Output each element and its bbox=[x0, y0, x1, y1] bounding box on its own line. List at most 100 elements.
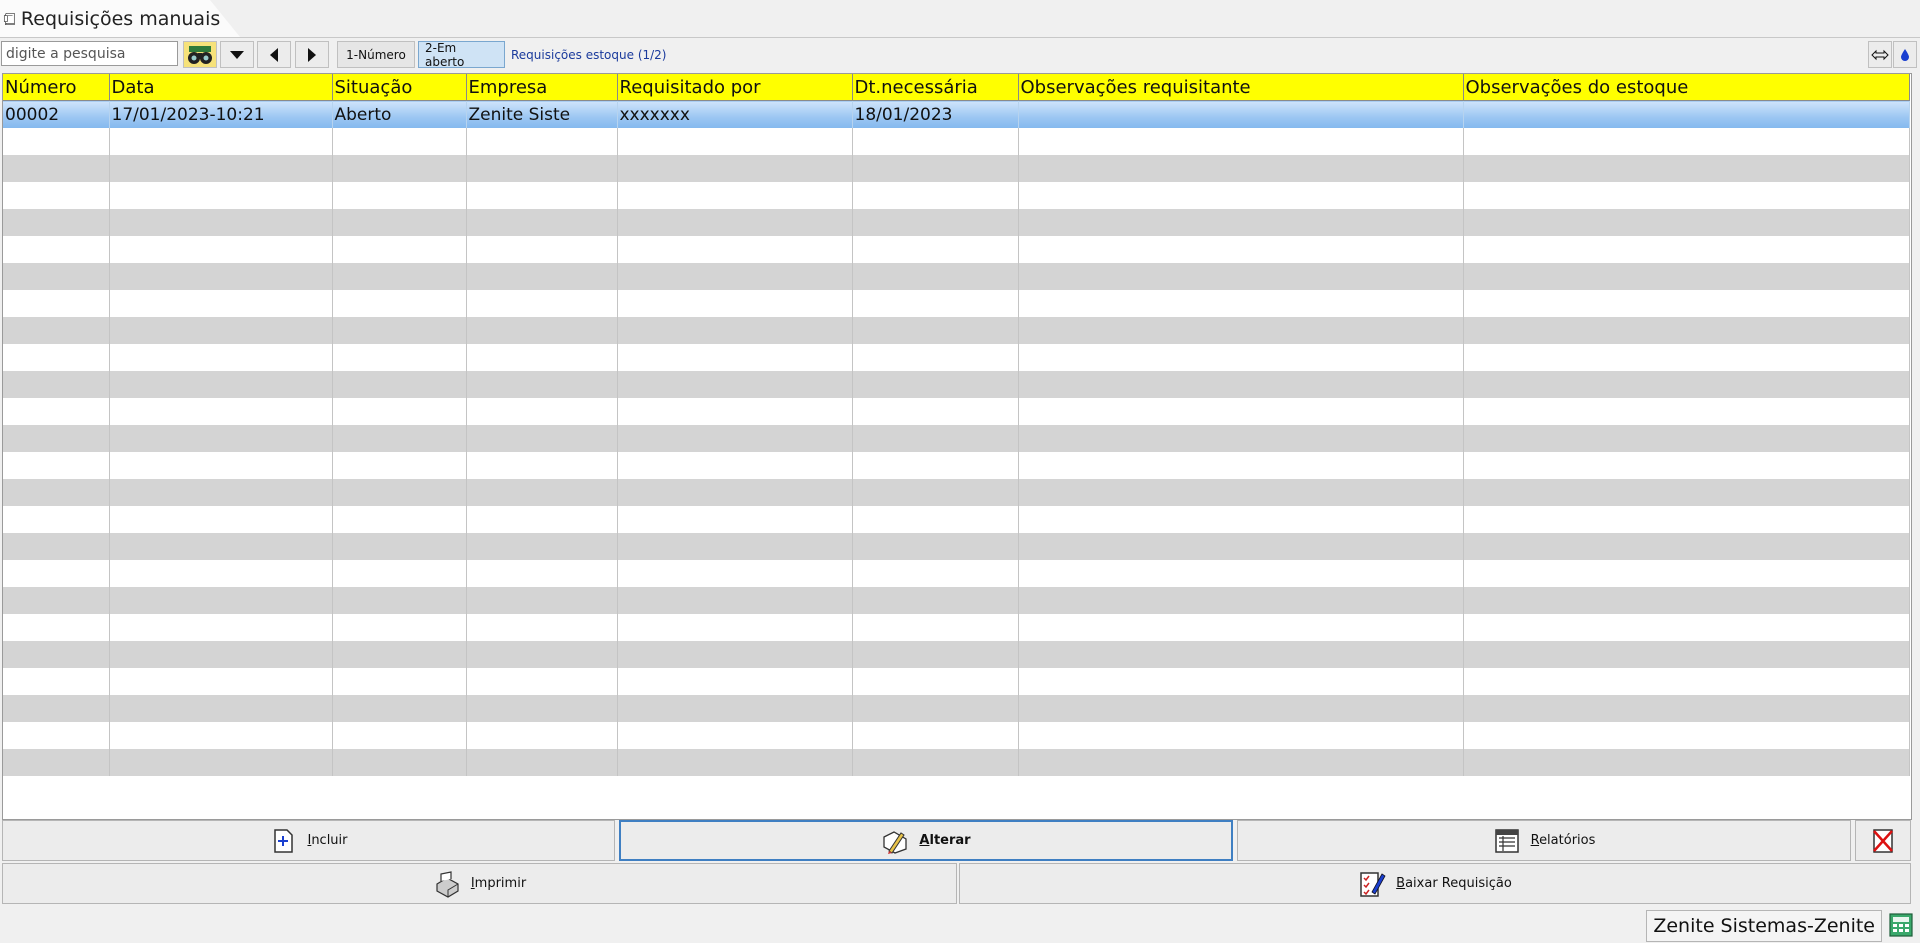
baixar-label: Baixar Requisição bbox=[1396, 876, 1512, 891]
table-cell bbox=[1463, 182, 1910, 209]
filter-em-aberto[interactable]: 2-Em aberto bbox=[418, 41, 505, 69]
table-row[interactable] bbox=[3, 641, 1910, 668]
table-row[interactable] bbox=[3, 209, 1910, 236]
table-cell bbox=[109, 452, 333, 479]
close-icon[interactable]: × bbox=[228, 11, 240, 27]
table-cell bbox=[109, 695, 333, 722]
table-cell bbox=[1463, 614, 1910, 641]
table-cell bbox=[332, 668, 467, 695]
search-button[interactable] bbox=[183, 41, 217, 68]
imprimir-button[interactable]: Imprimir bbox=[2, 863, 957, 904]
table-row[interactable] bbox=[3, 263, 1910, 290]
table-cell bbox=[617, 182, 853, 209]
table-row[interactable] bbox=[3, 533, 1910, 560]
table-row[interactable] bbox=[3, 749, 1910, 776]
table-row[interactable] bbox=[3, 452, 1910, 479]
column-header[interactable]: Observações requisitante bbox=[1018, 74, 1464, 101]
table-row[interactable] bbox=[3, 182, 1910, 209]
resize-button[interactable] bbox=[1868, 41, 1892, 68]
alterar-button[interactable]: Alterar bbox=[619, 820, 1233, 861]
relatorios-button[interactable]: Relatórios bbox=[1237, 820, 1851, 861]
incluir-label: Incluir bbox=[307, 833, 348, 848]
book-icon bbox=[3, 12, 15, 25]
tab-requisicoes[interactable]: Requisições manuais × bbox=[0, 0, 240, 37]
table-cell bbox=[617, 236, 853, 263]
data-grid[interactable]: Número Data Situação Empresa Requisitado… bbox=[2, 73, 1912, 820]
table-cell bbox=[109, 560, 333, 587]
table-row[interactable] bbox=[3, 425, 1910, 452]
table-row[interactable] bbox=[3, 614, 1910, 641]
tab-title: Requisições manuais bbox=[20, 7, 221, 30]
table-cell bbox=[109, 371, 333, 398]
table-cell bbox=[109, 425, 333, 452]
table-cell bbox=[617, 695, 853, 722]
column-header[interactable]: Empresa bbox=[466, 74, 618, 101]
search-input[interactable] bbox=[1, 41, 178, 66]
table-cell bbox=[852, 641, 1019, 668]
table-cell bbox=[109, 587, 333, 614]
table-row[interactable] bbox=[3, 506, 1910, 533]
column-header[interactable]: Dt.necessária bbox=[852, 74, 1019, 101]
table-cell bbox=[3, 317, 110, 344]
table-cell bbox=[466, 479, 618, 506]
cell-situacao: Aberto bbox=[332, 100, 467, 128]
table-row[interactable] bbox=[3, 155, 1910, 182]
table-row[interactable] bbox=[3, 344, 1910, 371]
filter-numero[interactable]: 1-Número bbox=[337, 41, 415, 68]
calculator-icon[interactable] bbox=[1888, 912, 1914, 938]
prev-button[interactable] bbox=[257, 41, 291, 68]
table-cell bbox=[466, 317, 618, 344]
table-row[interactable] bbox=[3, 128, 1910, 155]
color-button[interactable] bbox=[1893, 41, 1917, 68]
column-header[interactable]: Data bbox=[109, 74, 333, 101]
table-cell bbox=[852, 344, 1019, 371]
table-cell bbox=[109, 344, 333, 371]
table-cell bbox=[1463, 452, 1910, 479]
table-row[interactable] bbox=[3, 290, 1910, 317]
table-cell bbox=[3, 614, 110, 641]
table-row[interactable] bbox=[3, 398, 1910, 425]
table-row[interactable] bbox=[3, 236, 1910, 263]
column-header[interactable]: Situação bbox=[332, 74, 467, 101]
next-button[interactable] bbox=[295, 41, 329, 68]
column-header[interactable]: Requisitado por bbox=[617, 74, 853, 101]
table-cell bbox=[617, 749, 853, 776]
table-cell bbox=[852, 425, 1019, 452]
table-cell bbox=[466, 182, 618, 209]
table-cell bbox=[109, 479, 333, 506]
table-cell bbox=[1463, 587, 1910, 614]
table-row[interactable] bbox=[3, 479, 1910, 506]
table-row[interactable] bbox=[3, 371, 1910, 398]
baixar-requisicao-button[interactable]: Baixar Requisição bbox=[959, 863, 1911, 904]
incluir-button[interactable]: Incluir bbox=[2, 820, 615, 861]
column-header[interactable]: Observações do estoque bbox=[1463, 74, 1910, 101]
table-cell bbox=[1018, 128, 1464, 155]
table-row[interactable] bbox=[3, 722, 1910, 749]
table-cell bbox=[1018, 344, 1464, 371]
add-document-icon bbox=[274, 828, 294, 853]
table-row[interactable] bbox=[3, 317, 1910, 344]
table-row[interactable] bbox=[3, 587, 1910, 614]
table-cell bbox=[1018, 182, 1464, 209]
table-row[interactable] bbox=[3, 695, 1910, 722]
table-cell bbox=[617, 155, 853, 182]
table-cell bbox=[466, 263, 618, 290]
table-row[interactable]: 00002 17/01/2023-10:21 Aberto Zenite Sis… bbox=[3, 100, 1910, 128]
table-cell bbox=[1018, 722, 1464, 749]
table-cell bbox=[3, 641, 110, 668]
table-cell bbox=[852, 263, 1019, 290]
table-cell bbox=[1018, 641, 1464, 668]
table-cell bbox=[617, 425, 853, 452]
table-cell bbox=[852, 371, 1019, 398]
table-cell bbox=[332, 749, 467, 776]
column-header[interactable]: Número bbox=[3, 74, 110, 101]
table-row[interactable] bbox=[3, 560, 1910, 587]
dropdown-button[interactable] bbox=[220, 41, 254, 68]
close-window-button[interactable] bbox=[1855, 820, 1911, 861]
table-cell bbox=[1018, 695, 1464, 722]
table-cell bbox=[466, 587, 618, 614]
table-cell bbox=[852, 722, 1019, 749]
table-cell bbox=[1018, 236, 1464, 263]
table-cell bbox=[332, 182, 467, 209]
table-row[interactable] bbox=[3, 668, 1910, 695]
